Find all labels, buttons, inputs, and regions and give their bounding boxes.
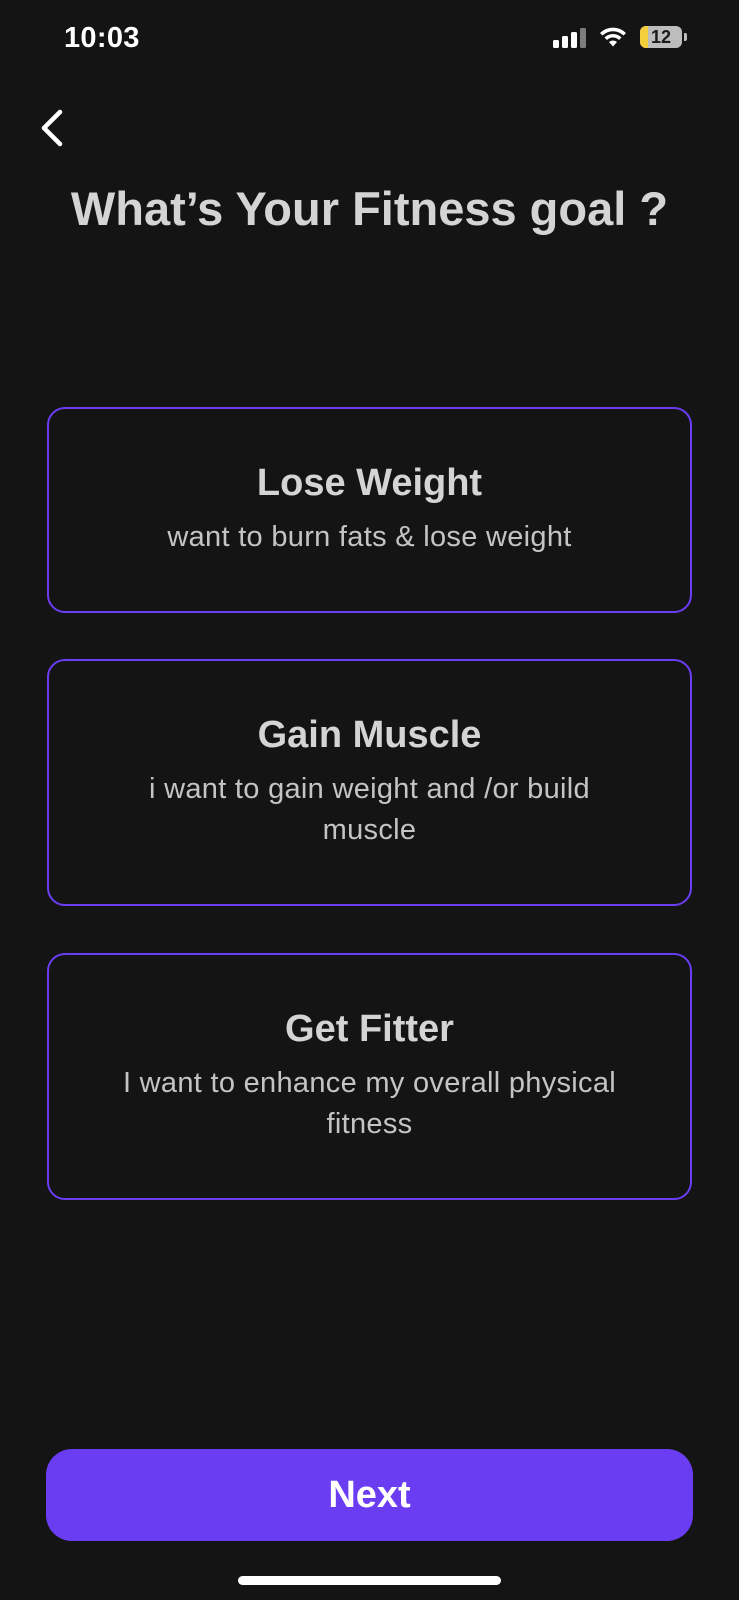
goal-card-lose-weight[interactable]: Lose Weight want to burn fats & lose wei… [47,407,692,613]
battery-icon: 12 [640,26,687,48]
back-button[interactable] [30,100,74,156]
goal-card-gain-muscle[interactable]: Gain Muscle i want to gain weight and /o… [47,659,692,906]
wifi-icon [600,27,626,47]
status-icons: 12 [553,26,687,48]
page-title: What’s Your Fitness goal ? [70,182,669,235]
home-indicator[interactable] [238,1576,501,1585]
goal-description: i want to gain weight and /or build musc… [149,773,590,846]
battery-fill [640,26,649,48]
fitness-goal-screen: 10:03 12 What’s Your Fitness goal ? Lose… [0,0,739,1600]
goal-title: Gain Muscle [257,714,482,756]
status-time: 10:03 [64,22,140,54]
battery-indicator: 12 [640,26,682,48]
goal-title: Lose Weight [256,462,483,504]
next-button[interactable]: Next [46,1449,693,1541]
goal-title: Get Fitter [285,1008,454,1050]
chevron-left-icon [41,109,63,147]
goal-description: I want to enhance my overall physical fi… [122,1067,617,1140]
battery-level: 12 [650,26,672,47]
goal-card-get-fitter[interactable]: Get Fitter I want to enhance my overall … [47,953,692,1200]
cellular-signal-icon [553,26,586,48]
goal-description: want to burn fats & lose weight [167,521,572,553]
battery-cap [684,33,687,41]
